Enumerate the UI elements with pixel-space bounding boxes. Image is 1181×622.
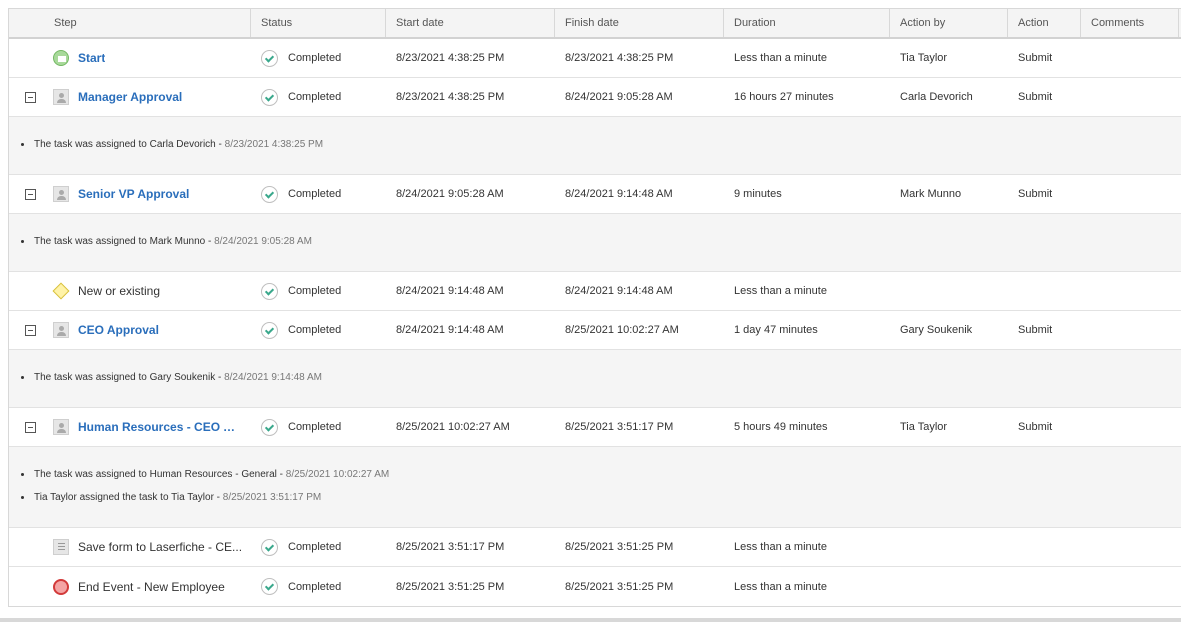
action-by: Gary Soukenik [900, 324, 973, 336]
status-text: Completed [288, 91, 342, 103]
finish-date: 8/25/2021 3:51:25 PM [565, 541, 674, 553]
action-by: Tia Taylor [900, 52, 948, 64]
action: Submit [1018, 421, 1053, 433]
completed-check-icon [261, 88, 278, 106]
finish-date: 8/24/2021 9:14:48 AM [565, 188, 673, 200]
start-date: 8/25/2021 10:02:27 AM [396, 421, 510, 433]
finish-date: 8/25/2021 3:51:17 PM [565, 421, 674, 433]
action-by: Tia Taylor [900, 421, 948, 433]
column-header-comments[interactable]: Comments [1081, 9, 1179, 37]
table-row: CEO Approval Completed 8/24/2021 9:14:48… [9, 311, 1181, 350]
status-text: Completed [288, 580, 342, 593]
column-header-action-by[interactable]: Action by [890, 9, 1008, 37]
action: Submit [1018, 188, 1053, 200]
step-name: End Event - New Employee [78, 579, 225, 594]
user-task-icon [53, 419, 69, 435]
user-task-icon [53, 322, 69, 338]
duration: Less than a minute [734, 580, 827, 593]
completed-check-icon [261, 49, 278, 67]
start-date: 8/25/2021 3:51:17 PM [396, 541, 505, 553]
action: Submit [1018, 324, 1053, 336]
completed-check-icon [261, 578, 278, 595]
start-date: 8/24/2021 9:14:48 AM [396, 324, 504, 336]
status-text: Completed [288, 421, 342, 433]
completed-check-icon [261, 538, 278, 556]
user-task-icon [53, 89, 69, 105]
horizontal-scrollbar[interactable] [0, 618, 1181, 622]
row-detail: The task was assigned to Mark Munno - 8/… [9, 214, 1181, 272]
completed-check-icon [261, 185, 278, 203]
duration: 5 hours 49 minutes [734, 421, 828, 433]
column-header-finish-date[interactable]: Finish date [555, 9, 724, 37]
collapse-toggle-icon[interactable] [25, 324, 36, 336]
step-link[interactable]: CEO Approval [78, 323, 159, 337]
start-date: 8/24/2021 9:05:28 AM [396, 188, 504, 200]
table-row: Save form to Laserfiche - CE... Complete… [9, 528, 1181, 567]
row-detail: The task was assigned to Human Resources… [9, 447, 1181, 528]
history-note: The task was assigned to Mark Munno - 8/… [21, 230, 1181, 253]
action-by: Mark Munno [900, 188, 962, 200]
step-link[interactable]: Human Resources - CEO Ap... [78, 420, 243, 434]
start-date: 8/23/2021 4:38:25 PM [396, 91, 505, 103]
history-note: The task was assigned to Gary Soukenik -… [21, 366, 1181, 389]
action-by: Carla Devorich [900, 91, 973, 103]
column-header-start-date[interactable]: Start date [386, 9, 555, 37]
start-date: 8/24/2021 9:14:48 AM [396, 285, 504, 297]
duration: 16 hours 27 minutes [734, 91, 834, 103]
table-row: New or existing Completed 8/24/2021 9:14… [9, 272, 1181, 311]
history-note: Tia Taylor assigned the task to Tia Tayl… [21, 486, 1181, 509]
duration: Less than a minute [734, 285, 827, 297]
history-note: The task was assigned to Carla Devorich … [21, 133, 1181, 156]
duration: Less than a minute [734, 52, 827, 64]
duration: Less than a minute [734, 541, 827, 553]
collapse-toggle-icon[interactable] [25, 91, 36, 103]
status-text: Completed [288, 285, 342, 297]
duration: 1 day 47 minutes [734, 324, 818, 336]
finish-date: 8/24/2021 9:14:48 AM [565, 285, 673, 297]
start-date: 8/23/2021 4:38:25 PM [396, 52, 505, 64]
gateway-icon [52, 282, 70, 300]
action: Submit [1018, 91, 1053, 103]
table-row: Senior VP Approval Completed 8/24/2021 9… [9, 175, 1181, 214]
finish-date: 8/25/2021 10:02:27 AM [565, 324, 679, 336]
start-event-icon [53, 50, 69, 66]
finish-date: 8/24/2021 9:05:28 AM [565, 91, 673, 103]
step-link[interactable]: Senior VP Approval [78, 187, 189, 201]
completed-check-icon [261, 418, 278, 436]
column-header-duration[interactable]: Duration [724, 9, 890, 37]
status-text: Completed [288, 541, 342, 553]
action: Submit [1018, 52, 1053, 64]
finish-date: 8/25/2021 3:51:25 PM [565, 580, 674, 593]
duration: 9 minutes [734, 188, 782, 200]
step-link[interactable]: Manager Approval [78, 90, 182, 104]
step-name: New or existing [78, 284, 161, 298]
column-header-step[interactable]: Step [9, 9, 251, 37]
table-row: Human Resources - CEO Ap... Completed 8/… [9, 408, 1181, 447]
status-text: Completed [288, 188, 342, 200]
table-row: Start Completed 8/23/2021 4:38:25 PM 8/2… [9, 39, 1181, 78]
row-detail: The task was assigned to Carla Devorich … [9, 117, 1181, 175]
status-text: Completed [288, 324, 342, 336]
step-link[interactable]: Start [78, 51, 105, 65]
user-task-icon [53, 186, 69, 202]
collapse-toggle-icon[interactable] [25, 421, 36, 433]
process-history-grid: Step Status Start date Finish date Durat… [8, 8, 1181, 607]
column-header-status[interactable]: Status [251, 9, 386, 37]
completed-check-icon [261, 321, 278, 339]
collapse-toggle-icon[interactable] [25, 188, 36, 200]
status-text: Completed [288, 52, 342, 64]
column-header-action[interactable]: Action [1008, 9, 1081, 37]
end-event-icon [53, 578, 69, 595]
table-row: End Event - New Employee Completed 8/25/… [9, 567, 1181, 606]
start-date: 8/25/2021 3:51:25 PM [396, 580, 505, 593]
completed-check-icon [261, 282, 278, 300]
history-note: The task was assigned to Human Resources… [21, 463, 1181, 486]
service-task-icon [53, 539, 69, 555]
step-name: Save form to Laserfiche - CE... [78, 540, 243, 554]
row-detail: The task was assigned to Gary Soukenik -… [9, 350, 1181, 408]
grid-header: Step Status Start date Finish date Durat… [9, 8, 1181, 39]
table-row: Manager Approval Completed 8/23/2021 4:3… [9, 78, 1181, 117]
finish-date: 8/23/2021 4:38:25 PM [565, 52, 674, 64]
